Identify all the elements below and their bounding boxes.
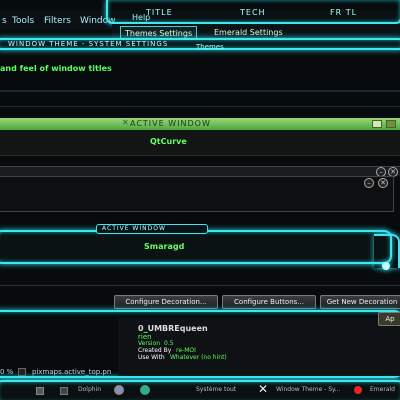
qtcurve-title: ACTIVE WINDOW xyxy=(130,119,211,128)
description-text: and feel of window titles xyxy=(0,64,112,73)
menu-item-filters[interactable]: Filters xyxy=(44,16,71,26)
tools-icon[interactable]: ✕ xyxy=(256,382,270,396)
smaragd-preview-window xyxy=(0,230,392,264)
themes-label: Themes xyxy=(196,43,224,51)
theme-created: re-MOI xyxy=(176,347,196,354)
qtcurve-minimize-button[interactable] xyxy=(372,120,382,128)
file-status: pixmaps.active_top.pn xyxy=(32,368,112,376)
firefox-icon[interactable] xyxy=(114,385,124,395)
top-tab-tech[interactable]: TECH xyxy=(240,8,266,17)
taskbar-launcher-icon[interactable] xyxy=(36,387,44,395)
taskbar-desktop-icon[interactable] xyxy=(60,387,68,395)
window-theme-title: WINDOW THEME - SYSTEM SETTINGS xyxy=(8,40,169,48)
qtcurve-label: QtCurve xyxy=(150,137,187,146)
get-new-decoration-button[interactable]: Get New Decoration xyxy=(320,295,400,309)
inactive-window-titlebar: – ✕ xyxy=(0,166,400,177)
top-tab-title[interactable]: TITLE xyxy=(146,8,173,17)
theme-created-label: Created By xyxy=(138,347,172,354)
theme-version-label: Version xyxy=(138,340,161,347)
theme-use-label: Use With xyxy=(138,354,165,361)
chat-icon[interactable] xyxy=(140,385,150,395)
taskbar-item-emerald[interactable]: Emerald xyxy=(370,386,395,393)
emerald-icon[interactable] xyxy=(354,386,362,394)
smaragd-title: ACTIVE WINDOW xyxy=(102,225,166,232)
glow-bead-icon xyxy=(382,262,390,270)
separator-line xyxy=(0,106,400,107)
taskbar-item-system[interactable]: Système tout xyxy=(196,386,236,393)
theme-version: 0.5 xyxy=(164,340,174,347)
separator-line xyxy=(0,90,400,92)
apply-button[interactable]: Ap xyxy=(378,312,400,326)
taskbar-item-dolphin[interactable]: Dolphin xyxy=(78,386,101,393)
theme-use: Whatever (no hint) xyxy=(170,354,227,361)
separator-line xyxy=(0,285,400,286)
smaragd-label: Smaragd xyxy=(144,242,185,251)
configure-buttons-button[interactable]: Configure Buttons... xyxy=(222,295,316,309)
qtcurve-preview-titlebar: ✕ ACTIVE WINDOW xyxy=(0,118,400,130)
qtcurve-close-icon[interactable]: ✕ xyxy=(122,118,129,127)
inactive-window-body: – ✕ xyxy=(0,176,394,212)
zoom-dropdown-icon[interactable] xyxy=(18,368,26,376)
inner-minimize-icon[interactable]: – xyxy=(364,178,374,188)
taskbar-item-window-theme[interactable]: Window Theme - Sy... xyxy=(276,386,340,393)
zoom-status: 0 % xyxy=(0,368,14,376)
inner-close-icon[interactable]: ✕ xyxy=(378,178,388,188)
qtcurve-close-button[interactable] xyxy=(386,120,396,128)
top-tab-frtl[interactable]: FR TL xyxy=(330,8,357,17)
theme-name: 0_UMBREqueen xyxy=(138,324,208,333)
configure-decoration-button[interactable]: Configure Decoration... xyxy=(114,295,218,309)
theme-list-item[interactable]: 0_UMBREqueen rien Version 0.5 Created By… xyxy=(118,318,400,376)
menu-item-file[interactable]: s xyxy=(2,16,7,26)
desktop: s Tools Filters Window Help TITLE TECH F… xyxy=(0,0,400,400)
qtcurve-preview-body: QtCurve xyxy=(0,130,400,156)
menu-item-tools[interactable]: Tools xyxy=(12,16,34,26)
